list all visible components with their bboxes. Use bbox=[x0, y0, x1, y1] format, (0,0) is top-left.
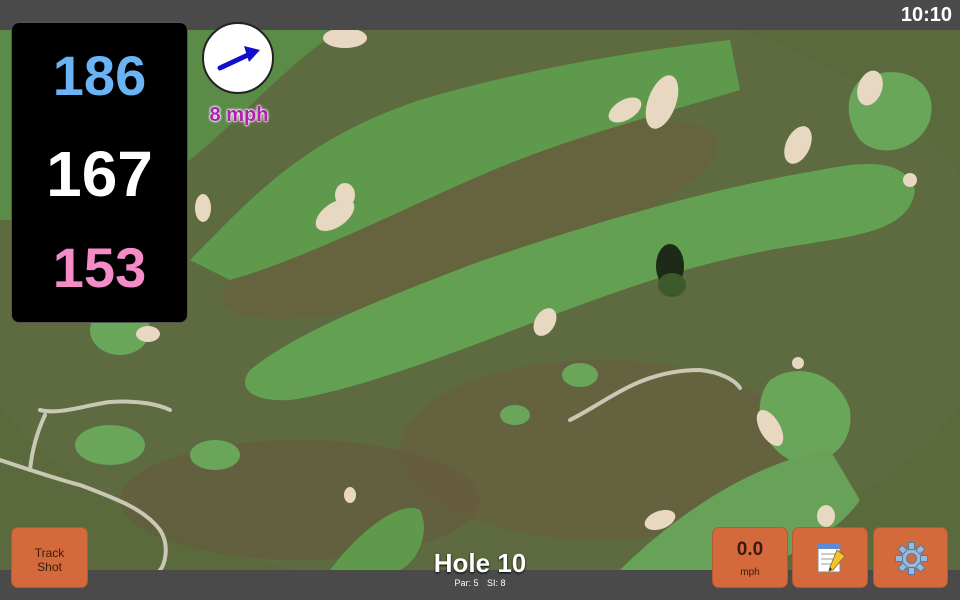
hole-info: Hole 10 Par: 5 SI: 8 bbox=[380, 548, 580, 588]
settings-button[interactable] bbox=[873, 527, 948, 588]
notepad-icon bbox=[817, 543, 846, 573]
notes-button[interactable] bbox=[792, 527, 868, 588]
wind-speed-value: 0.0 bbox=[736, 539, 764, 560]
hole-title: Hole 10 bbox=[433, 548, 527, 578]
clock: 10:10 bbox=[900, 4, 952, 26]
wind-speed-unit: mph bbox=[740, 567, 760, 578]
wind-direction-dial bbox=[202, 22, 274, 94]
wind-speed-label: 8 mph bbox=[209, 104, 269, 126]
front-distance: 153 bbox=[52, 236, 147, 299]
arrow-icon bbox=[217, 46, 260, 71]
distance-panel: 186 167 153 bbox=[11, 22, 188, 323]
wind-speed-button[interactable]: 0.0 mph bbox=[712, 527, 788, 588]
hole-details: Par: 5 SI: 8 bbox=[380, 578, 580, 588]
hole-stroke-index: SI: 8 bbox=[487, 578, 506, 588]
middle-distance: 167 bbox=[46, 138, 153, 210]
hole-par: Par: 5 bbox=[454, 578, 479, 588]
track-shot-label-line2: Shot bbox=[37, 560, 62, 574]
back-distance: 186 bbox=[52, 44, 147, 107]
gear-icon bbox=[895, 542, 928, 575]
track-shot-label-line1: Track bbox=[34, 546, 65, 560]
track-shot-button[interactable]: Track Shot bbox=[11, 527, 88, 588]
